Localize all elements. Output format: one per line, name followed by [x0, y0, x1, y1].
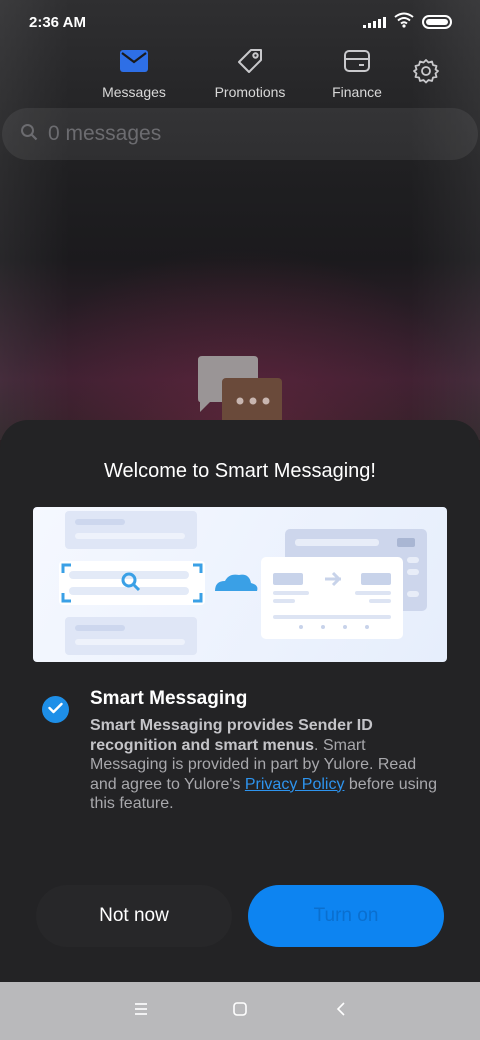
smart-messaging-checkbox[interactable]	[42, 696, 69, 723]
signal-icon	[363, 16, 386, 28]
gear-icon	[413, 59, 439, 88]
settings-button[interactable]	[413, 58, 441, 86]
tab-finance[interactable]: Finance	[330, 44, 384, 100]
status-bar: 2:36 AM	[0, 0, 480, 44]
system-nav-bar	[0, 982, 480, 1040]
menu-icon	[133, 1002, 149, 1021]
option-description: Smart Messaging provides Sender ID recog…	[90, 716, 440, 814]
tab-messages[interactable]: Messages	[100, 44, 168, 100]
turn-on-button[interactable]: Turn on	[248, 885, 444, 947]
empty-messages-illustration	[196, 356, 286, 426]
search-icon	[20, 123, 38, 146]
tab-promotions[interactable]: Promotions	[210, 44, 290, 100]
tab-promotions-label: Promotions	[214, 84, 286, 100]
back-icon	[336, 1001, 346, 1021]
back-button[interactable]	[331, 1001, 351, 1021]
smart-messaging-dialog: Welcome to Smart Messaging! Smart Messag…	[0, 420, 480, 982]
smart-messaging-illustration	[33, 507, 447, 662]
search-input[interactable]: 0 messages	[48, 122, 161, 146]
search-bar[interactable]: 0 messages	[2, 108, 478, 160]
battery-icon	[422, 15, 452, 29]
tab-messages-label: Messages	[102, 84, 166, 100]
checkmark-icon	[48, 701, 63, 719]
home-icon	[233, 1001, 247, 1021]
status-time: 2:36 AM	[29, 13, 86, 31]
menu-button[interactable]	[131, 1001, 151, 1021]
option-title: Smart Messaging	[90, 688, 248, 709]
envelope-icon	[120, 44, 148, 78]
not-now-button[interactable]: Not now	[36, 885, 232, 947]
tab-bar: Messages Promotions Finance	[0, 44, 480, 106]
status-icons	[363, 12, 452, 33]
wallet-icon	[343, 44, 371, 78]
wifi-icon	[394, 12, 414, 33]
dialog-title: Welcome to Smart Messaging!	[104, 460, 376, 482]
tab-finance-label: Finance	[332, 84, 382, 100]
home-button[interactable]	[230, 1001, 250, 1021]
tag-icon	[236, 44, 264, 78]
privacy-policy-link[interactable]: Privacy Policy	[245, 776, 345, 793]
